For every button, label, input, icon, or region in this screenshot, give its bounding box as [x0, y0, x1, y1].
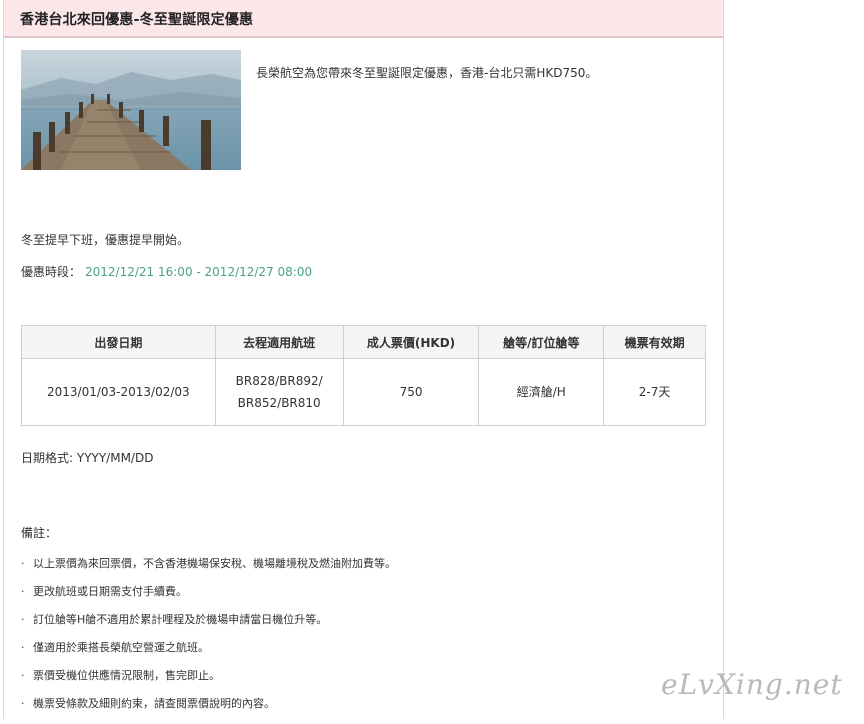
cell-flights: BR828/BR892/ BR852/BR810 [214, 358, 344, 426]
table-row: 2013/01/03-2013/02/03 BR828/BR892/ BR852… [21, 358, 706, 426]
deal-period: 優惠時段： 2012/12/21 16:00 - 2012/12/27 08:00 [21, 263, 312, 280]
note-text: 訂位艙等H艙不適用於累計哩程及於機場申請當日機位升等。 [33, 613, 328, 626]
pier-photo [21, 50, 241, 170]
cell-departure-date: 2013/01/03-2013/02/03 [21, 358, 216, 426]
bullet-icon: · [21, 613, 25, 626]
list-item: · 更改航班或日期需支付手續費。 [21, 584, 396, 612]
period-value: 2012/12/21 16:00 - 2012/12/27 08:00 [85, 265, 313, 279]
flights-line-1: BR828/BR892/ [235, 374, 323, 388]
period-label: 優惠時段： [21, 265, 82, 279]
bullet-icon: · [21, 669, 25, 682]
deal-title: 香港台北來回優惠-冬至聖誕限定優惠 [20, 12, 254, 28]
col-header-departure-date: 出發日期 [21, 325, 216, 359]
bullet-icon: · [21, 641, 25, 654]
cell-cabin: 經濟艙/H [478, 358, 605, 426]
deal-intro: 長榮航空為您帶來冬至聖誕限定優惠，香港-台北只需HKD750。 [256, 66, 598, 80]
cell-adult-fare: 750 [342, 358, 480, 426]
notes-title: 備註： [21, 526, 58, 540]
col-header-adult-fare: 成人票價(HKD) [342, 325, 480, 359]
flights-line-2: BR852/BR810 [237, 396, 321, 410]
col-header-validity: 機票有效期 [603, 325, 706, 359]
note-text: 以上票價為來回票價，不含香港機場保安稅、機場離境稅及燃油附加費等。 [33, 557, 396, 570]
list-item: · 票價受機位供應情況限制，售完即止。 [21, 668, 396, 696]
note-text: 票價受機位供應情況限制，售完即止。 [33, 669, 220, 682]
bullet-icon: · [21, 697, 25, 710]
bullet-icon: · [21, 585, 25, 598]
list-item: · 僅適用於乘搭長榮航空營運之航班。 [21, 640, 396, 668]
note-text: 機票受條款及細則約束，請查閱票價說明的內容。 [33, 697, 275, 710]
date-format-note: 日期格式: YYYY/MM/DD [21, 451, 154, 465]
fare-table: 出發日期 去程適用航班 成人票價(HKD) 艙等/訂位艙等 機票有效期 2013… [21, 325, 706, 426]
fare-table-header: 出發日期 去程適用航班 成人票價(HKD) 艙等/訂位艙等 機票有效期 [21, 325, 706, 359]
cell-validity: 2-7天 [603, 358, 706, 426]
note-text: 僅適用於乘搭長榮航空營運之航班。 [33, 641, 209, 654]
deal-tagline: 冬至提早下班，優惠提早開始。 [21, 233, 190, 247]
col-header-flights: 去程適用航班 [214, 325, 344, 359]
deal-header: 香港台北來回優惠-冬至聖誕限定優惠 [4, 0, 723, 38]
list-item: · 訂位艙等H艙不適用於累計哩程及於機場申請當日機位升等。 [21, 612, 396, 640]
note-text: 更改航班或日期需支付手續費。 [33, 585, 187, 598]
list-item: · 機票受條款及細則約束，請查閱票價說明的內容。 [21, 696, 396, 724]
col-header-cabin: 艙等/訂位艙等 [478, 325, 605, 359]
list-item: · 以上票價為來回票價，不含香港機場保安稅、機場離境稅及燃油附加費等。 [21, 556, 396, 584]
deal-panel: 香港台北來回優惠-冬至聖誕限定優惠 長榮航空為您帶來冬至聖誕限定優惠，香港-台北… [3, 0, 724, 719]
notes-list: · 以上票價為來回票價，不含香港機場保安稅、機場離境稅及燃油附加費等。 · 更改航班… [21, 556, 396, 724]
bullet-icon: · [21, 557, 25, 570]
site-watermark: eLvXing.net [661, 668, 843, 701]
